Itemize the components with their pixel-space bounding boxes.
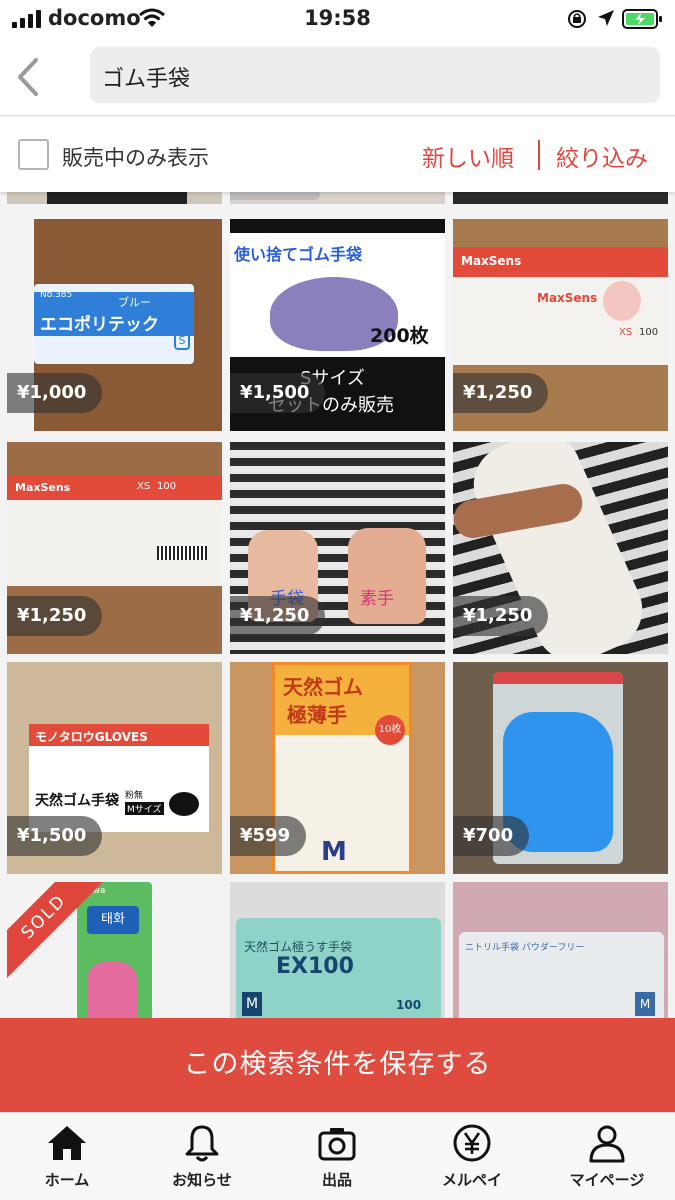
product-tile[interactable]: 天然ゴム 極薄手 10枚 M ¥599 — [230, 662, 445, 874]
tab-home[interactable]: ホーム — [12, 1123, 122, 1190]
price-label: ¥1,250 — [453, 373, 549, 413]
product-tile[interactable]: No.385 エコポリテック ブルー S ¥1,000 — [7, 219, 222, 431]
filter-divider — [538, 140, 540, 170]
search-header: ゴム手袋 — [0, 38, 675, 116]
sort-button[interactable]: 新しい順 — [422, 139, 514, 173]
tab-label: マイページ — [569, 1171, 645, 1189]
yen-icon — [453, 1124, 491, 1162]
price-label: ¥1,250 — [453, 596, 549, 636]
price-label: ¥1,250 — [7, 596, 103, 636]
product-tile[interactable]: 使い捨てゴム手袋 200枚 Sサイズ セットのみ販売 ¥1,500 — [230, 219, 445, 431]
product-tile[interactable]: ¥700 — [453, 662, 668, 874]
tab-notifications[interactable]: お知らせ — [147, 1123, 257, 1190]
product-image: ニトリル手袋 パウダーフリー M — [459, 932, 664, 1018]
price-label: ¥599 — [230, 816, 307, 856]
product-tile[interactable]: MaxSens MaxSens XS 100 ¥1,250 — [453, 219, 668, 431]
product-image: Towa 태화 — [77, 882, 152, 1018]
battery-icon — [622, 9, 662, 29]
product-grid: No.385 エコポリテック ブルー S ¥1,000 使い捨てゴム手袋 200… — [0, 192, 675, 1018]
search-input[interactable]: ゴム手袋 — [90, 47, 660, 103]
person-icon — [589, 1125, 625, 1163]
tab-bar: ホーム お知らせ 出品 メルペイ マイページ — [0, 1112, 675, 1200]
product-tile[interactable]: ¥1,250 — [453, 442, 668, 654]
product-tile[interactable]: MaxSens XS 100 ¥1,250 — [7, 442, 222, 654]
tab-label: 出品 — [321, 1171, 352, 1189]
price-label: ¥1,000 — [7, 373, 103, 413]
price-label: ¥1,500 — [230, 373, 326, 413]
refine-button[interactable]: 絞り込み — [556, 139, 648, 173]
on-sale-only-checkbox[interactable] — [18, 139, 49, 170]
location-icon — [598, 10, 614, 26]
product-tile[interactable]: ニトリル手袋 パウダーフリー M — [453, 882, 668, 1018]
tab-label: メルペイ — [441, 1171, 502, 1189]
search-query: ゴム手袋 — [102, 67, 191, 92]
save-search-button[interactable]: この検索条件を保存する — [0, 1018, 675, 1112]
product-tile-partial[interactable] — [230, 192, 445, 204]
product-tile[interactable]: Towa 태화 SOLD — [7, 882, 222, 1018]
product-tile[interactable]: 天然ゴム極うす手袋 EX100 M 100 — [230, 882, 445, 1018]
tab-sell[interactable]: 出品 — [282, 1123, 392, 1190]
rotation-lock-icon — [568, 10, 586, 28]
product-image: 天然ゴム極うす手袋 EX100 M 100 — [236, 918, 441, 1018]
tab-label: ホーム — [44, 1171, 90, 1189]
product-tile[interactable]: 手袋 素手 ¥1,250 — [230, 442, 445, 654]
on-sale-only-label[interactable]: 販売中のみ表示 — [62, 142, 209, 172]
camera-icon — [318, 1128, 356, 1161]
price-label: ¥1,500 — [7, 816, 103, 856]
product-image: MaxSens MaxSens XS 100 — [453, 247, 668, 365]
back-chevron-icon[interactable] — [10, 52, 50, 102]
status-bar: docomo 19:58 — [0, 0, 675, 38]
product-tile-partial[interactable] — [453, 192, 668, 204]
tab-merpay[interactable]: メルペイ — [417, 1123, 527, 1190]
tab-label: お知らせ — [172, 1171, 232, 1189]
product-tile-partial[interactable] — [7, 192, 222, 204]
bell-icon — [185, 1125, 219, 1162]
filter-bar: 販売中のみ表示 新しい順 絞り込み — [0, 117, 675, 192]
price-label: ¥1,250 — [230, 596, 326, 636]
product-tile[interactable]: モノタロウGLOVES 天然ゴム手袋 粉無 Mサイズ ¥1,500 — [7, 662, 222, 874]
product-image: MaxSens XS 100 — [7, 476, 222, 586]
home-icon — [48, 1126, 86, 1160]
tab-mypage[interactable]: マイページ — [552, 1123, 662, 1190]
price-label: ¥700 — [453, 816, 530, 856]
